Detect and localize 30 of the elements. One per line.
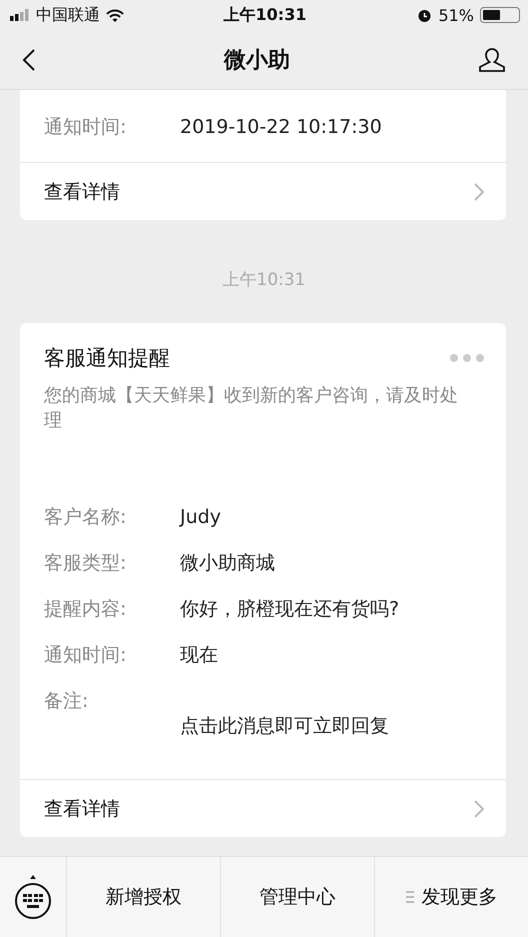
view-details-link[interactable]: 查看详情 (20, 779, 506, 837)
back-icon[interactable] (22, 48, 36, 72)
field-label: 提醒内容: (44, 597, 128, 622)
chat-title: 微小助 (224, 46, 290, 74)
wifi-icon (106, 8, 124, 22)
card-description: 您的商城【天天鲜果】收到新的客户咨询，请及时处理 (44, 384, 459, 433)
field-value: 2019-10-22 10:17:30 (180, 115, 382, 140)
chevron-icon (474, 182, 484, 200)
field-label: 客户名称: (44, 505, 128, 530)
view-details-link[interactable]: 查看详情 (20, 162, 506, 220)
carrier-name: 中国联通 (36, 4, 100, 26)
field-value: Judy (180, 505, 221, 530)
field-label: 通知时间: (44, 115, 128, 140)
signal-icon (10, 9, 30, 21)
battery-icon (480, 7, 520, 23)
message-time: 上午10:31 (222, 269, 306, 291)
chevron-icon (474, 800, 484, 818)
keyboard-icon[interactable] (13, 874, 53, 920)
field-value: 现在 (180, 643, 218, 668)
field-value: 微小助商城 (180, 551, 275, 576)
field-label: 客服类型: (44, 551, 128, 576)
battery-percent: 51% (438, 6, 474, 24)
clock-time: 上午10:31 (224, 4, 306, 26)
person-icon[interactable] (478, 46, 506, 72)
alarm-icon (417, 8, 432, 22)
field-value: 点击此消息即可立即回复 (180, 714, 390, 739)
field-label: 备注: (44, 689, 90, 714)
card-title: 客服通知提醒 (44, 345, 170, 372)
field-value: 你好，脐橙现在还有货吗? (180, 597, 400, 622)
field-label: 通知时间: (44, 643, 128, 668)
